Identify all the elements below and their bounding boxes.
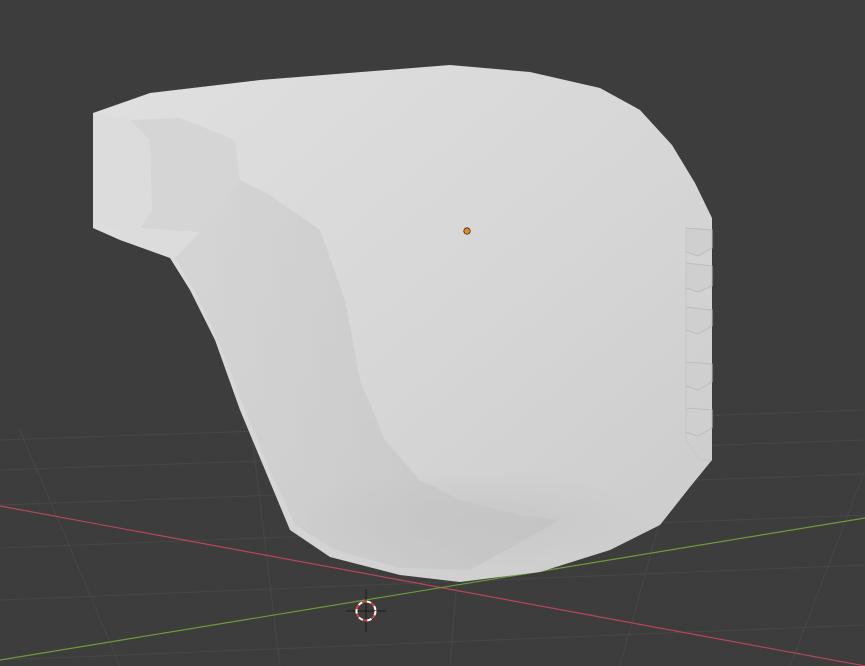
mesh-object[interactable]: [93, 65, 713, 582]
viewport-canvas[interactable]: [0, 0, 865, 666]
3d-cursor-icon[interactable]: [346, 589, 386, 632]
object-origin-dot: [463, 227, 471, 235]
object-lower-shade: [290, 470, 650, 570]
3d-viewport[interactable]: [0, 0, 865, 666]
